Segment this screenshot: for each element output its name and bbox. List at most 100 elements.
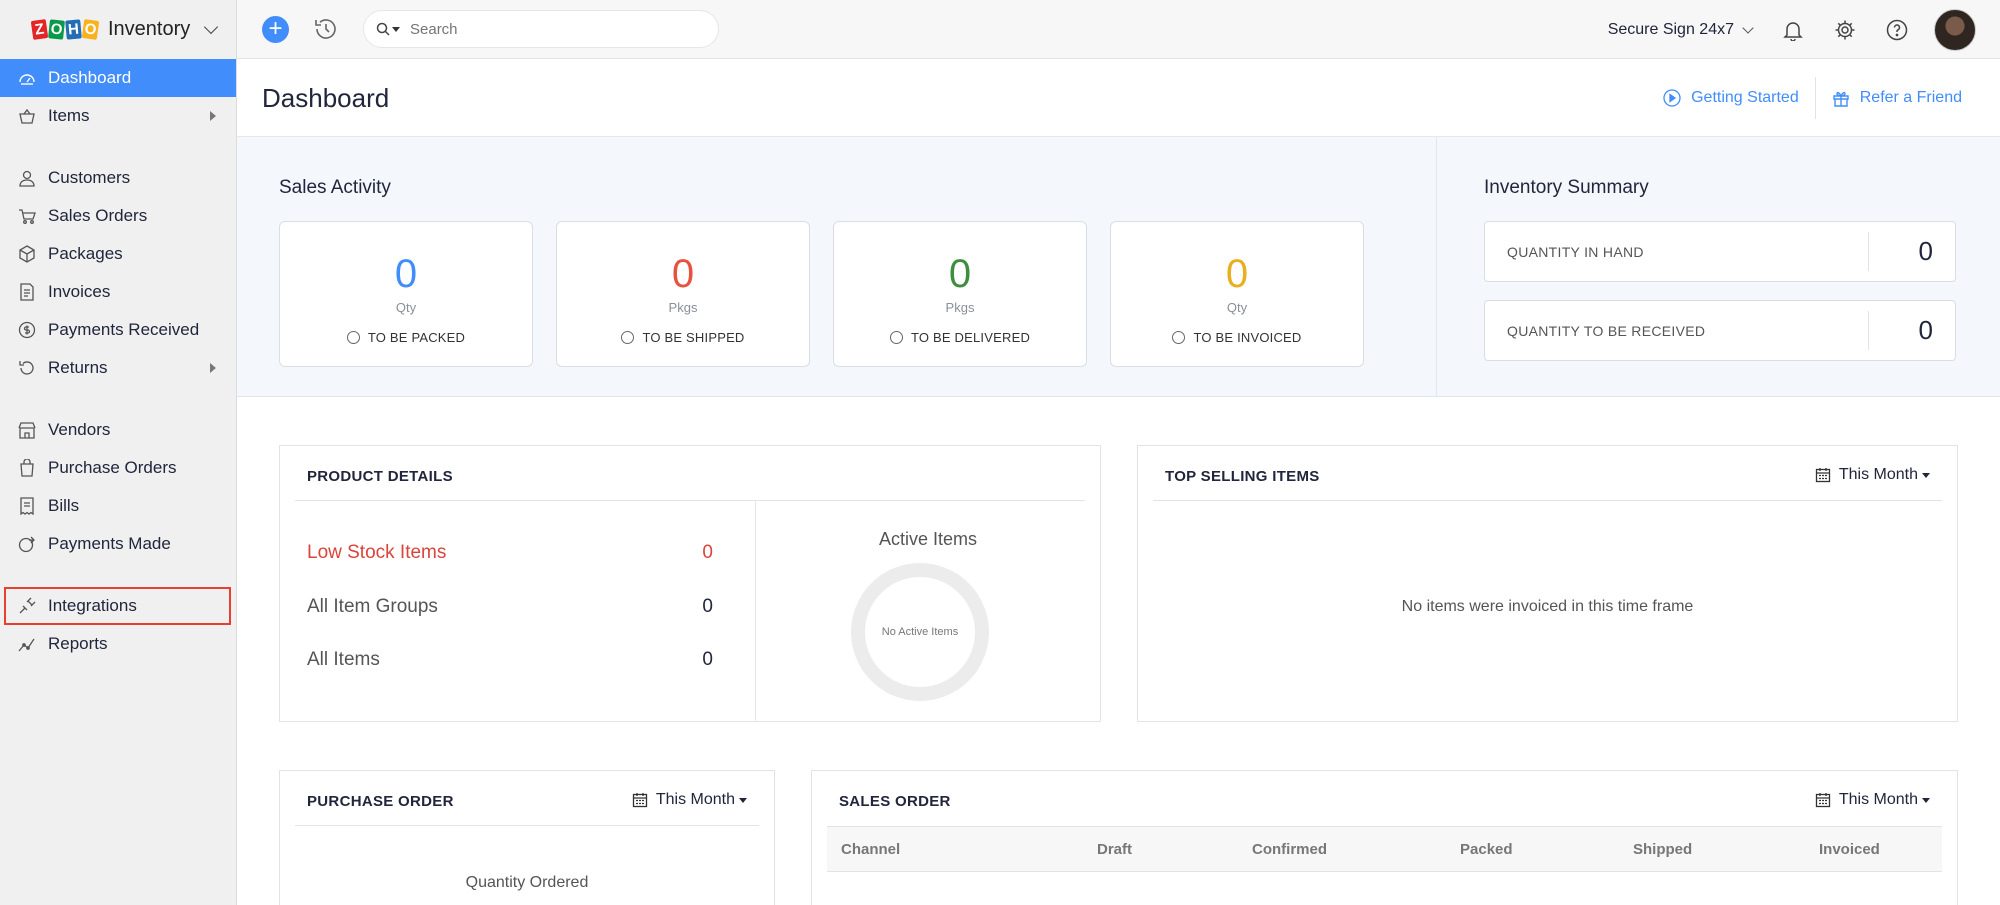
sidebar-item-invoices[interactable]: Invoices — [0, 273, 236, 311]
help-icon[interactable] — [1886, 19, 1908, 41]
search-filter-caret[interactable] — [392, 26, 400, 32]
inventory-summary-title: Inventory Summary — [1484, 177, 1649, 198]
avatar[interactable] — [1934, 8, 1976, 51]
divider — [1868, 311, 1869, 350]
activity-label-row: TO BE SHIPPED — [557, 330, 809, 345]
activity-label: TO BE PACKED — [367, 330, 466, 345]
divider — [1436, 137, 1437, 396]
all-item-groups-row[interactable]: All Item Groups 0 — [307, 596, 713, 618]
search-input[interactable] — [410, 20, 670, 38]
chevron-down-icon — [1742, 21, 1754, 34]
activity-label-row: TO BE DELIVERED — [834, 330, 1086, 345]
activity-band: Sales Activity 0 Qty TO BE PACKED 0 Pkgs… — [237, 137, 2000, 397]
divider — [1153, 500, 1942, 501]
sidebar-item-label: Invoices — [48, 282, 111, 301]
purchase-order-panel: PURCHASE ORDER This Month Quantity Order… — [279, 770, 775, 905]
quick-create-button[interactable]: + — [262, 15, 289, 43]
sidebar-item-returns[interactable]: Returns — [0, 349, 236, 387]
getting-started-label: Getting Started — [1691, 89, 1799, 106]
bill-icon — [18, 497, 36, 515]
period-label: This Month — [1838, 466, 1918, 483]
sidebar-item-label: Reports — [48, 634, 108, 653]
search-icon[interactable] — [376, 22, 390, 36]
activity-card-to-be-invoiced[interactable]: 0 Qty TO BE INVOICED — [1110, 221, 1364, 367]
sales-order-table-header: Channel Draft Confirmed Packed Shipped I… — [827, 826, 1942, 872]
minus-circle-icon — [889, 331, 903, 344]
sidebar-item-sales-orders[interactable]: Sales Orders — [0, 197, 236, 235]
all-items-row[interactable]: All Items 0 — [307, 649, 713, 671]
panel-title: PURCHASE ORDER — [307, 793, 454, 810]
history-icon[interactable] — [313, 16, 339, 42]
sidebar-item-dashboard[interactable]: Dashboard — [0, 59, 236, 97]
period-dropdown[interactable]: This Month — [1815, 791, 1930, 809]
sidebar-item-packages[interactable]: Packages — [0, 235, 236, 273]
activity-card-to-be-delivered[interactable]: 0 Pkgs TO BE DELIVERED — [833, 221, 1087, 367]
chevron-down-icon — [204, 19, 219, 34]
activity-label-row: TO BE PACKED — [280, 330, 532, 345]
low-stock-row[interactable]: Low Stock Items 0 — [307, 542, 713, 564]
activity-label: TO BE SHIPPED — [642, 330, 745, 345]
sidebar: ZOHO Inventory Dashboard Items Customers — [0, 0, 237, 905]
inventory-value: 0 — [1918, 236, 1933, 266]
donut-empty-text: No Active Items — [881, 626, 959, 638]
page-title: Dashboard — [262, 83, 390, 113]
return-icon — [18, 359, 36, 377]
activity-card-to-be-shipped[interactable]: 0 Pkgs TO BE SHIPPED — [556, 221, 810, 367]
payment-icon — [18, 321, 36, 339]
user-icon — [18, 169, 36, 187]
search-box[interactable] — [363, 10, 719, 48]
sidebar-item-label: Returns — [48, 358, 108, 377]
active-items-donut: No Active Items — [851, 563, 989, 701]
panel-title: PRODUCT DETAILS — [307, 468, 453, 485]
top-bar: + Secure Sign 24x7 — [237, 0, 2000, 59]
invoice-circle-icon — [1172, 331, 1186, 344]
sidebar-item-customers[interactable]: Customers — [0, 159, 236, 197]
gear-icon[interactable] — [1834, 19, 1856, 41]
sidebar-item-label: Purchase Orders — [48, 458, 177, 477]
sidebar-item-payments-made[interactable]: Payments Made — [0, 525, 236, 563]
activity-label: TO BE INVOICED — [1193, 330, 1302, 345]
caret-right-icon — [210, 363, 216, 373]
sidebar-item-reports[interactable]: Reports — [0, 625, 236, 663]
sidebar-item-integrations[interactable]: Integrations — [4, 587, 231, 625]
sales-order-panel: SALES ORDER This Month Channel Draft Con… — [811, 770, 1958, 905]
panel-title: SALES ORDER — [839, 793, 951, 810]
column-header-invoiced: Invoiced — [1819, 841, 1880, 858]
payment-made-icon — [18, 535, 36, 553]
divider — [1814, 77, 1816, 119]
inventory-label: QUANTITY TO BE RECEIVED — [1507, 323, 1706, 339]
header-links: Getting Started Refer a Friend — [1663, 77, 1962, 119]
sidebar-item-label: Integrations — [48, 596, 137, 615]
sidebar-item-payments-received[interactable]: Payments Received — [0, 311, 236, 349]
sidebar-item-bills[interactable]: Bills — [0, 487, 236, 525]
sidebar-item-items[interactable]: Items — [0, 97, 236, 135]
activity-card-to-be-packed[interactable]: 0 Qty TO BE PACKED — [279, 221, 533, 367]
organization-switcher[interactable]: Secure Sign 24x7 — [1607, 20, 1754, 39]
package-icon — [18, 245, 36, 263]
active-items-title: Active Items — [878, 529, 978, 549]
app-switcher[interactable]: ZOHO Inventory — [0, 0, 236, 59]
sidebar-item-label: Payments Made — [48, 534, 171, 553]
sidebar-item-label: Items — [48, 106, 90, 125]
row-label: All Item Groups — [307, 596, 438, 617]
period-label: This Month — [1838, 791, 1918, 808]
organization-name: Secure Sign 24x7 — [1607, 20, 1734, 38]
inventory-row-in-hand: QUANTITY IN HAND 0 — [1484, 221, 1956, 282]
period-dropdown[interactable]: This Month — [632, 791, 747, 809]
sidebar-item-purchase-orders[interactable]: Purchase Orders — [0, 449, 236, 487]
refer-friend-link[interactable]: Refer a Friend — [1832, 89, 1962, 107]
caret-right-icon — [210, 111, 216, 121]
page-header: Dashboard Getting Started Refer a Friend — [237, 59, 2000, 137]
activity-count: 0 — [1225, 252, 1249, 296]
quantity-ordered-label: Quantity Ordered — [465, 874, 589, 891]
period-dropdown[interactable]: This Month — [1815, 466, 1930, 484]
activity-label: TO BE DELIVERED — [910, 330, 1031, 345]
column-header-draft: Draft — [1097, 841, 1133, 858]
refer-friend-label: Refer a Friend — [1859, 89, 1962, 106]
inventory-row-to-be-received: QUANTITY TO BE RECEIVED 0 — [1484, 300, 1956, 361]
bell-icon[interactable] — [1782, 19, 1804, 41]
gift-icon — [1833, 91, 1849, 107]
getting-started-link[interactable]: Getting Started — [1663, 89, 1799, 107]
divider — [1868, 232, 1869, 271]
sidebar-item-vendors[interactable]: Vendors — [0, 411, 236, 449]
